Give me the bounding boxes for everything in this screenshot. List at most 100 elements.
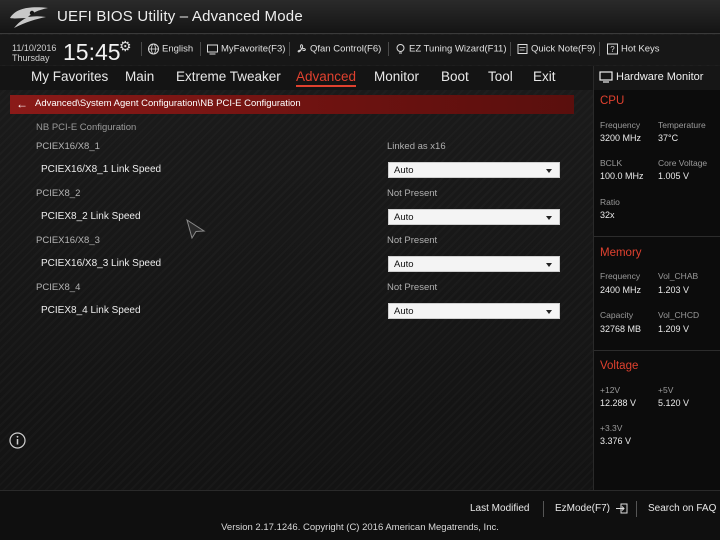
divider bbox=[599, 42, 600, 56]
v12-label: +12V bbox=[600, 385, 621, 395]
menu-extreme-tweaker[interactable]: Extreme Tweaker bbox=[176, 69, 281, 84]
menu-exit[interactable]: Exit bbox=[533, 69, 556, 84]
rog-logo-icon bbox=[10, 7, 48, 28]
core-voltage-value: 1.005 V bbox=[658, 171, 690, 181]
core-voltage-label: Core Voltage bbox=[658, 158, 708, 168]
hot-keys-button[interactable]: ? Hot Keys bbox=[606, 43, 660, 55]
slot-status: Not Present bbox=[387, 282, 438, 293]
memory-frequency-value: 2400 MHz bbox=[600, 285, 642, 295]
link-speed-label[interactable]: PCIEX16/X8_1 Link Speed bbox=[41, 164, 161, 175]
link-speed-label[interactable]: PCIEX8_4 Link Speed bbox=[41, 305, 141, 316]
clock-display: 15:45 bbox=[63, 39, 121, 65]
link-speed-label[interactable]: PCIEX16/X8_3 Link Speed bbox=[41, 258, 161, 269]
divider bbox=[636, 501, 637, 517]
globe-icon bbox=[148, 43, 159, 55]
ezmode-button[interactable]: EzMode(F7) bbox=[555, 503, 628, 514]
capacity-label: Capacity bbox=[600, 310, 634, 320]
vol-chcd-value: 1.209 V bbox=[658, 324, 690, 334]
slot-status: Linked as x16 bbox=[387, 141, 446, 152]
hot-keys-label: Hot Keys bbox=[621, 43, 660, 55]
svg-text:?: ? bbox=[610, 45, 615, 54]
divider bbox=[388, 42, 389, 56]
hardware-monitor-panel: Hardware Monitor CPU Frequency Temperatu… bbox=[593, 66, 720, 490]
date-text: 11/10/2016 bbox=[12, 43, 57, 53]
day-text: Thursday bbox=[12, 53, 50, 63]
cpu-frequency-label: Frequency bbox=[600, 120, 641, 130]
settings-panel: NB PCI-E Configuration PCIEX16/X8_1 Link… bbox=[0, 115, 593, 490]
slot-label: PCIEX16/X8_1 bbox=[36, 141, 100, 152]
ratio-label: Ratio bbox=[600, 197, 620, 207]
info-icon[interactable] bbox=[9, 432, 26, 449]
qfan-control-label: Qfan Control(F6) bbox=[310, 43, 382, 55]
quick-note-button[interactable]: Quick Note(F9) bbox=[516, 43, 595, 55]
link-speed-dropdown[interactable]: Auto bbox=[388, 256, 560, 272]
footer-bar: Last Modified EzMode(F7) Search on FAQ V… bbox=[0, 490, 720, 540]
link-speed-dropdown[interactable]: Auto bbox=[388, 162, 560, 178]
monitor-icon bbox=[599, 71, 613, 83]
ez-tuning-wizard-button[interactable]: EZ Tuning Wizard(F11) bbox=[394, 43, 507, 55]
v12-value: 12.288 V bbox=[600, 398, 637, 408]
quick-note-label: Quick Note(F9) bbox=[531, 43, 596, 55]
clock-settings-gear-icon[interactable]: ⚙ bbox=[119, 38, 132, 55]
breadcrumb-path: Advanced\System Agent Configuration\NB P… bbox=[35, 98, 301, 109]
memory-frequency-label: Frequency bbox=[600, 271, 641, 281]
back-arrow-icon[interactable]: ← bbox=[16, 97, 28, 111]
v5-label: +5V bbox=[658, 385, 674, 395]
divider bbox=[594, 236, 720, 237]
question-icon: ? bbox=[607, 43, 618, 55]
cpu-temperature-value: 37°C bbox=[658, 133, 679, 143]
vol-chab-label: Vol_CHAB bbox=[658, 271, 699, 281]
divider bbox=[141, 42, 142, 56]
cpu-frequency-value: 3200 MHz bbox=[600, 133, 642, 143]
dropdown-value: Auto bbox=[394, 306, 414, 317]
dropdown-value: Auto bbox=[394, 165, 414, 176]
menu-monitor[interactable]: Monitor bbox=[374, 69, 419, 84]
menu-my-favorites[interactable]: My Favorites bbox=[31, 69, 108, 84]
divider bbox=[543, 501, 544, 517]
chevron-down-icon bbox=[546, 263, 552, 267]
link-speed-label[interactable]: PCIEX8_2 Link Speed bbox=[41, 211, 141, 222]
chevron-down-icon bbox=[546, 310, 552, 314]
myfavorite-button[interactable]: MyFavorite(F3) bbox=[206, 43, 285, 55]
bios-screen: UEFI BIOS Utility – Advanced Mode 11/10/… bbox=[0, 0, 720, 540]
hardware-monitor-title: Hardware Monitor bbox=[616, 71, 704, 83]
cpu-heading: CPU bbox=[600, 95, 625, 107]
bclk-value: 100.0 MHz bbox=[600, 171, 644, 181]
title-bar: UEFI BIOS Utility – Advanced Mode bbox=[0, 0, 720, 34]
fan-icon bbox=[297, 44, 306, 53]
menu-boot[interactable]: Boot bbox=[441, 69, 469, 84]
mouse-cursor-icon bbox=[186, 218, 206, 240]
search-faq-button[interactable]: Search on FAQ bbox=[648, 503, 716, 514]
slot-status: Not Present bbox=[387, 188, 438, 199]
divider bbox=[510, 42, 511, 56]
info-bar: 11/10/2016 Thursday 15:45 ⚙ English MyFa… bbox=[0, 35, 720, 65]
link-speed-dropdown[interactable]: Auto bbox=[388, 209, 560, 225]
dropdown-value: Auto bbox=[394, 259, 414, 270]
qfan-control-button[interactable]: Qfan Control(F6) bbox=[295, 43, 381, 55]
vol-chcd-label: Vol_CHCD bbox=[658, 310, 700, 320]
app-title: UEFI BIOS Utility – Advanced Mode bbox=[57, 8, 303, 25]
language-label: English bbox=[162, 43, 194, 55]
v33-label: +3.3V bbox=[600, 423, 623, 433]
vol-chab-value: 1.203 V bbox=[658, 285, 690, 295]
main-menu: My Favorites Main Extreme Tweaker Advanc… bbox=[0, 66, 593, 90]
v33-value: 3.376 V bbox=[600, 436, 632, 446]
ratio-value: 32x bbox=[600, 210, 615, 220]
divider bbox=[200, 42, 201, 56]
menu-tool[interactable]: Tool bbox=[488, 69, 513, 84]
slot-label: PCIEX16/X8_3 bbox=[36, 235, 100, 246]
bulb-icon bbox=[396, 44, 405, 54]
divider bbox=[594, 350, 720, 351]
menu-main[interactable]: Main bbox=[125, 69, 154, 84]
menu-advanced[interactable]: Advanced bbox=[296, 69, 357, 87]
hardware-monitor-header: Hardware Monitor bbox=[594, 66, 720, 90]
chevron-down-icon bbox=[546, 169, 552, 173]
ezmode-label: EzMode(F7) bbox=[555, 503, 611, 515]
last-modified-button[interactable]: Last Modified bbox=[470, 503, 529, 514]
link-speed-dropdown[interactable]: Auto bbox=[388, 303, 560, 319]
language-button[interactable]: English bbox=[147, 43, 193, 55]
bclk-label: BCLK bbox=[600, 158, 623, 168]
memory-heading: Memory bbox=[600, 247, 642, 259]
slot-status: Not Present bbox=[387, 235, 438, 246]
capacity-value: 32768 MB bbox=[600, 324, 642, 334]
